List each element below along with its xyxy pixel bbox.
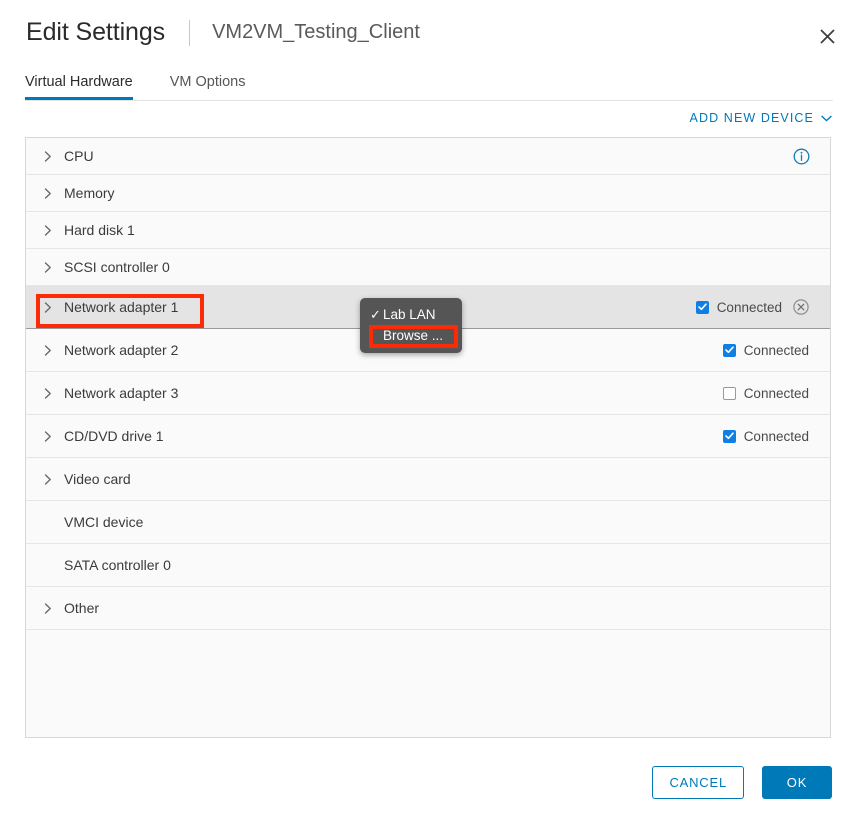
network-dropdown-item[interactable]: Browse ...	[360, 325, 462, 346]
title-divider	[189, 20, 190, 46]
device-row-label: Video card	[62, 471, 131, 487]
device-row-connected-group: Connected	[696, 299, 830, 315]
footer-button-row: CANCEL OK	[652, 766, 832, 799]
connected-label: Connected	[744, 429, 809, 444]
chevron-right-icon[interactable]	[44, 188, 62, 199]
device-row[interactable]: Hard disk 1	[26, 212, 830, 249]
chevron-down-icon	[821, 115, 832, 122]
info-circle-icon[interactable]	[793, 148, 830, 165]
device-row-label: Network adapter 3	[62, 385, 178, 401]
device-row[interactable]: CD/DVD drive 1 Connected	[26, 415, 830, 458]
remove-circle-icon[interactable]	[793, 299, 809, 315]
network-dropdown-item-label: Lab LAN	[383, 307, 436, 322]
connected-label: Connected	[744, 386, 809, 401]
device-row-label: SCSI controller 0	[62, 259, 170, 275]
network-dropdown-item[interactable]: ✓Lab LAN	[360, 304, 462, 325]
device-row-label: Hard disk 1	[62, 222, 135, 238]
chevron-right-icon[interactable]	[44, 302, 62, 313]
chevron-right-icon[interactable]	[44, 603, 62, 614]
device-row[interactable]: Video card	[26, 458, 830, 501]
network-dropdown-menu[interactable]: ✓Lab LAN Browse ...	[360, 298, 462, 353]
close-icon[interactable]	[813, 22, 841, 50]
chevron-right-icon[interactable]	[44, 345, 62, 356]
connected-label: Connected	[744, 343, 809, 358]
dialog-header: Edit Settings VM2VM_Testing_Client	[0, 0, 857, 66]
vm-name-label: VM2VM_Testing_Client	[212, 21, 420, 44]
cancel-button[interactable]: CANCEL	[652, 766, 744, 799]
device-row[interactable]: Network adapter 3 Connected	[26, 372, 830, 415]
connected-checkbox[interactable]	[696, 301, 709, 314]
device-row[interactable]: CPU	[26, 138, 830, 175]
tab-vm-options[interactable]: VM Options	[170, 74, 246, 100]
device-row[interactable]: Memory	[26, 175, 830, 212]
check-icon: ✓	[370, 307, 383, 323]
device-list: CPU Memory Hard disk 1 SCSI controller 0 Net…	[25, 137, 831, 738]
chevron-right-icon[interactable]	[44, 431, 62, 442]
chevron-right-icon[interactable]	[44, 262, 62, 273]
device-row[interactable]: Other	[26, 587, 830, 630]
device-row-label: CPU	[62, 148, 94, 164]
chevron-right-icon[interactable]	[44, 225, 62, 236]
device-row[interactable]: VMCI device	[26, 501, 830, 544]
dialog-title-row: Edit Settings VM2VM_Testing_Client	[26, 18, 420, 47]
tab-virtual-hardware[interactable]: Virtual Hardware	[25, 74, 133, 100]
device-row-label: Network adapter 2	[62, 342, 178, 358]
device-row-label: CD/DVD drive 1	[62, 428, 164, 444]
device-row-connected-group: Connected	[723, 343, 830, 358]
device-row-connected-group: Connected	[723, 429, 830, 444]
connected-label: Connected	[717, 300, 782, 315]
network-dropdown-item-label: Browse ...	[383, 328, 443, 343]
add-new-device-label: ADD NEW DEVICE	[690, 111, 814, 125]
tab-bar: Virtual Hardware VM Options	[25, 72, 833, 102]
connected-checkbox[interactable]	[723, 430, 736, 443]
connected-checkbox[interactable]	[723, 344, 736, 357]
chevron-right-icon[interactable]	[44, 388, 62, 399]
chevron-right-icon[interactable]	[44, 474, 62, 485]
device-row-label: Network adapter 1	[62, 299, 178, 315]
device-row-label: SATA controller 0	[62, 557, 171, 573]
dialog-footer: CANCEL OK	[0, 764, 857, 822]
ok-button[interactable]: OK	[762, 766, 832, 799]
device-row[interactable]: SCSI controller 0	[26, 249, 830, 286]
page-title: Edit Settings	[26, 18, 165, 47]
connected-checkbox[interactable]	[723, 387, 736, 400]
device-row-label: Memory	[62, 185, 115, 201]
add-new-device-button[interactable]: ADD NEW DEVICE	[690, 111, 832, 125]
tab-underline	[25, 100, 833, 101]
device-row-label: Other	[62, 600, 99, 616]
device-row-connected-group: Connected	[723, 386, 830, 401]
chevron-right-icon[interactable]	[44, 151, 62, 162]
device-row[interactable]: SATA controller 0	[26, 544, 830, 587]
device-row-label: VMCI device	[62, 514, 143, 530]
